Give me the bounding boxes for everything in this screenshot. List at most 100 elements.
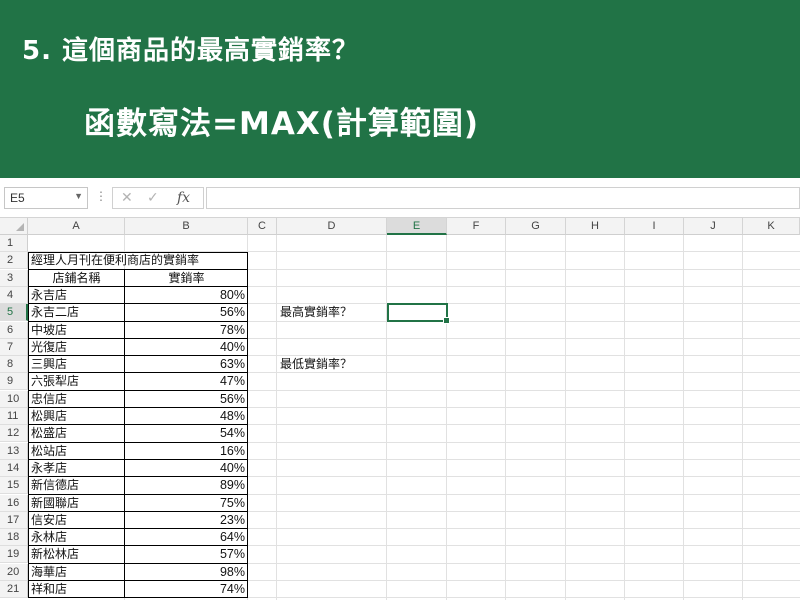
- active-cell-e5[interactable]: [387, 303, 450, 324]
- store-name-cell[interactable]: 松興店: [31, 408, 125, 425]
- store-name-cell[interactable]: 新國聯店: [31, 495, 125, 512]
- store-name-cell[interactable]: 永孝店: [31, 460, 125, 477]
- store-name-cell[interactable]: 三興店: [31, 356, 125, 373]
- table-border: [28, 286, 248, 287]
- table-border: [28, 390, 248, 391]
- row-header-7[interactable]: 7: [0, 339, 28, 356]
- row-header-3[interactable]: 3: [0, 270, 28, 287]
- store-name-cell[interactable]: 永林店: [31, 529, 125, 546]
- table-border: [28, 303, 248, 304]
- row-header-14[interactable]: 14: [0, 460, 28, 477]
- row-header-15[interactable]: 15: [0, 477, 28, 494]
- store-name-cell[interactable]: 六張犁店: [31, 373, 125, 390]
- store-name-cell[interactable]: 光復店: [31, 339, 125, 356]
- row-header-10[interactable]: 10: [0, 391, 28, 408]
- row-header-11[interactable]: 11: [0, 408, 28, 425]
- rate-value-cell[interactable]: 54%: [125, 425, 248, 442]
- rate-value-cell[interactable]: 40%: [125, 460, 248, 477]
- row-header-18[interactable]: 18: [0, 529, 28, 546]
- row-header-13[interactable]: 13: [0, 443, 28, 460]
- column-gridline: [624, 235, 625, 600]
- store-name-cell[interactable]: 中坡店: [31, 322, 125, 339]
- store-name-cell[interactable]: 忠信店: [31, 391, 125, 408]
- column-header-f[interactable]: F: [447, 218, 506, 235]
- rate-value-cell[interactable]: 64%: [125, 529, 248, 546]
- title-banner: 5. 這個商品的最高實銷率？ 函數寫法=MAX(計算範圍): [0, 0, 800, 178]
- store-name-cell[interactable]: 永吉店: [31, 287, 125, 304]
- rate-value-cell[interactable]: 40%: [125, 339, 248, 356]
- rate-value-cell[interactable]: 75%: [125, 495, 248, 512]
- store-name-cell[interactable]: 松站店: [31, 443, 125, 460]
- name-box[interactable]: E5 ▼: [4, 187, 88, 209]
- column-header-j[interactable]: J: [684, 218, 743, 235]
- row-header-2[interactable]: 2: [0, 252, 28, 269]
- more-options-icon[interactable]: ⋮: [95, 189, 107, 203]
- select-all-corner[interactable]: [0, 218, 28, 235]
- column-header-e[interactable]: E: [387, 218, 447, 235]
- rate-value-cell[interactable]: 56%: [125, 304, 248, 321]
- rate-value-cell[interactable]: 48%: [125, 408, 248, 425]
- store-name-cell[interactable]: 新信德店: [31, 477, 125, 494]
- table-border: [28, 494, 248, 495]
- rate-value-cell[interactable]: 78%: [125, 322, 248, 339]
- row-header-5[interactable]: 5: [0, 304, 28, 321]
- rate-value-cell[interactable]: 16%: [125, 443, 248, 460]
- rate-value-cell[interactable]: 23%: [125, 512, 248, 529]
- table-border: [28, 321, 248, 322]
- sheet-title-cell[interactable]: 經理人月刊在便利商店的實銷率: [31, 252, 251, 269]
- cancel-icon[interactable]: ✕: [121, 190, 133, 206]
- rate-value-cell[interactable]: 57%: [125, 546, 248, 563]
- store-name-cell[interactable]: 松盛店: [31, 425, 125, 442]
- formula-input[interactable]: [206, 187, 800, 209]
- max-rate-label-cell[interactable]: 最高實銷率？: [280, 304, 390, 321]
- rate-value-cell[interactable]: 47%: [125, 373, 248, 390]
- store-name-cell[interactable]: 永吉二店: [31, 304, 125, 321]
- row-header-20[interactable]: 20: [0, 564, 28, 581]
- row-header-4[interactable]: 4: [0, 287, 28, 304]
- table-border: [28, 459, 248, 460]
- row-header-16[interactable]: 16: [0, 495, 28, 512]
- row-header-17[interactable]: 17: [0, 512, 28, 529]
- column-header-g[interactable]: G: [506, 218, 566, 235]
- row-header-12[interactable]: 12: [0, 425, 28, 442]
- table-border: [28, 580, 248, 581]
- rate-value-cell[interactable]: 63%: [125, 356, 248, 373]
- min-rate-label-cell[interactable]: 最低實銷率？: [280, 356, 390, 373]
- enter-icon[interactable]: ✓: [147, 190, 159, 206]
- rate-value-cell[interactable]: 80%: [125, 287, 248, 304]
- column-header-b[interactable]: B: [125, 218, 248, 235]
- store-name-cell[interactable]: 新松林店: [31, 546, 125, 563]
- store-name-cell[interactable]: 信安店: [31, 512, 125, 529]
- table-border: [28, 355, 248, 356]
- chevron-down-icon[interactable]: ▼: [74, 191, 83, 201]
- table-border: [28, 252, 248, 253]
- table-border: [124, 270, 125, 598]
- row-header-9[interactable]: 9: [0, 373, 28, 390]
- store-name-cell[interactable]: 海華店: [31, 564, 125, 581]
- rate-value-cell[interactable]: 98%: [125, 564, 248, 581]
- row-header-8[interactable]: 8: [0, 356, 28, 373]
- rate-value-cell[interactable]: 89%: [125, 477, 248, 494]
- insert-function-icon[interactable]: fx: [177, 190, 190, 206]
- column-header-a[interactable]: A: [28, 218, 125, 235]
- row-header-21[interactable]: 21: [0, 581, 28, 598]
- spreadsheet-grid[interactable]: A B C D E F G H I J K 1 2 3 4 5 6 7 8 9 10 11 12 13 14 15 16 17 18 19…: [0, 218, 800, 600]
- rate-value-cell[interactable]: 74%: [125, 581, 248, 598]
- row-header-1[interactable]: 1: [0, 235, 28, 252]
- formula-bar: E5 ▼ ⋮ ✕ ✓ fx: [0, 178, 800, 218]
- row-header-19[interactable]: 19: [0, 546, 28, 563]
- table-border: [28, 476, 248, 477]
- column-header-d[interactable]: D: [277, 218, 387, 235]
- column-header-h[interactable]: H: [566, 218, 625, 235]
- store-name-cell[interactable]: 祥和店: [31, 581, 125, 598]
- column-header-k[interactable]: K: [743, 218, 800, 235]
- column-header-i[interactable]: I: [625, 218, 684, 235]
- table-border: [28, 597, 248, 598]
- rate-value-cell[interactable]: 56%: [125, 391, 248, 408]
- column-header-c[interactable]: C: [248, 218, 277, 235]
- row-header-6[interactable]: 6: [0, 322, 28, 339]
- header-store-cell[interactable]: 店鋪名稱: [28, 270, 125, 287]
- header-rate-cell[interactable]: 實銷率: [125, 270, 248, 287]
- column-gridline: [505, 235, 506, 600]
- table-border: [247, 252, 248, 598]
